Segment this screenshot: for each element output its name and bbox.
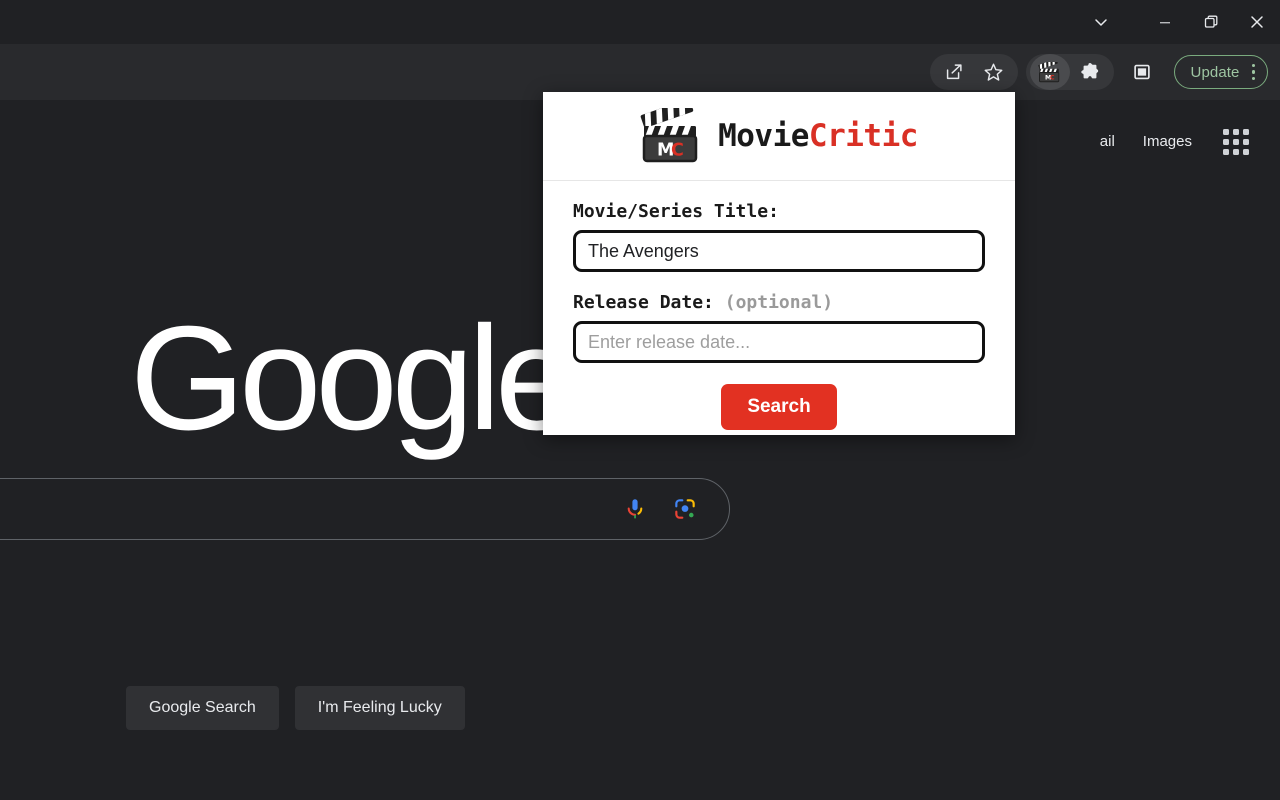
minimize-icon [1160, 22, 1170, 24]
side-panel-button[interactable] [1122, 54, 1162, 90]
popup-submit-row: Search [573, 384, 985, 430]
apps-dot [1223, 139, 1229, 145]
extensions-button[interactable] [1070, 54, 1110, 90]
release-date-label-text: Release Date: [573, 292, 714, 313]
feeling-lucky-button[interactable]: I'm Feeling Lucky [294, 686, 465, 730]
google-top-nav: ail Images [1086, 122, 1256, 162]
logo-initial-c: C [671, 141, 684, 161]
popup-search-button[interactable]: Search [721, 384, 837, 430]
brand-title-part2: Critic [808, 118, 918, 154]
google-search-box[interactable] [0, 478, 730, 540]
sidepanel-group [1122, 54, 1162, 90]
star-icon [984, 63, 1003, 81]
brand-title-part1: Movie [718, 118, 809, 154]
tab-search-button[interactable] [1078, 0, 1124, 44]
apps-dot [1233, 149, 1239, 155]
kebab-dot [1251, 70, 1255, 74]
google-lens-icon [675, 499, 695, 519]
kebab-dot [1251, 76, 1255, 81]
puzzle-icon [1080, 62, 1098, 79]
clapperboard-icon: M C [1038, 61, 1060, 82]
restore-icon [1204, 15, 1218, 28]
update-label: Update [1190, 63, 1240, 81]
google-action-buttons: Google Search I'm Feeling Lucky [126, 686, 465, 730]
nav-link-gmail[interactable]: ail [1086, 124, 1129, 160]
apps-dot [1233, 129, 1239, 135]
maximize-button[interactable] [1188, 0, 1234, 44]
page-actions-group [929, 54, 1018, 90]
voice-search-button[interactable] [621, 495, 649, 523]
share-icon [946, 64, 962, 80]
update-button[interactable]: Update [1173, 55, 1268, 89]
apps-dot [1243, 149, 1249, 155]
chrome-menu-button[interactable] [1251, 63, 1255, 81]
popup-body: Movie/Series Title: Release Date: (optio… [543, 181, 1015, 430]
release-date-optional-note: (optional) [724, 292, 834, 313]
svg-text:C: C [1050, 74, 1055, 81]
brand-title: MovieCritic [718, 118, 918, 154]
lens-search-button[interactable] [671, 495, 699, 523]
close-icon [1251, 16, 1263, 28]
google-search-button[interactable]: Google Search [126, 686, 279, 730]
microphone-icon [627, 499, 643, 519]
kebab-dot [1251, 63, 1255, 68]
browser-window: M C Update ail Images Google Google Sear… [0, 0, 1280, 800]
side-panel-icon [1133, 64, 1150, 80]
minimize-button[interactable] [1142, 0, 1188, 44]
title-field-label: Movie/Series Title: [573, 201, 985, 222]
nav-link-images[interactable]: Images [1129, 124, 1206, 160]
share-button[interactable] [934, 54, 974, 90]
apps-dot [1223, 129, 1229, 135]
google-apps-icon[interactable] [1216, 122, 1256, 162]
release-date-field-label: Release Date: (optional) [573, 292, 985, 313]
clapperboard-icon: M C [640, 108, 698, 163]
apps-dot [1243, 139, 1249, 145]
chevron-down-icon [1095, 19, 1107, 26]
close-button[interactable] [1234, 0, 1280, 44]
title-field-label-text: Movie/Series Title: [573, 201, 779, 222]
apps-dot [1223, 149, 1229, 155]
google-logo: Google [130, 296, 577, 461]
moviecritic-extension-button[interactable]: M C [1029, 54, 1070, 90]
release-date-input[interactable] [573, 321, 985, 363]
field-spacer [573, 272, 985, 292]
moviecritic-popup: M C MovieCritic Movie/Series Title: Rele… [543, 92, 1015, 435]
movie-title-input[interactable] [573, 230, 985, 272]
apps-dot [1243, 129, 1249, 135]
apps-dot [1233, 139, 1239, 145]
bookmark-button[interactable] [974, 54, 1014, 90]
window-titlebar [0, 0, 1280, 44]
extensions-group: M C [1025, 54, 1114, 90]
popup-header: M C MovieCritic [543, 92, 1015, 181]
